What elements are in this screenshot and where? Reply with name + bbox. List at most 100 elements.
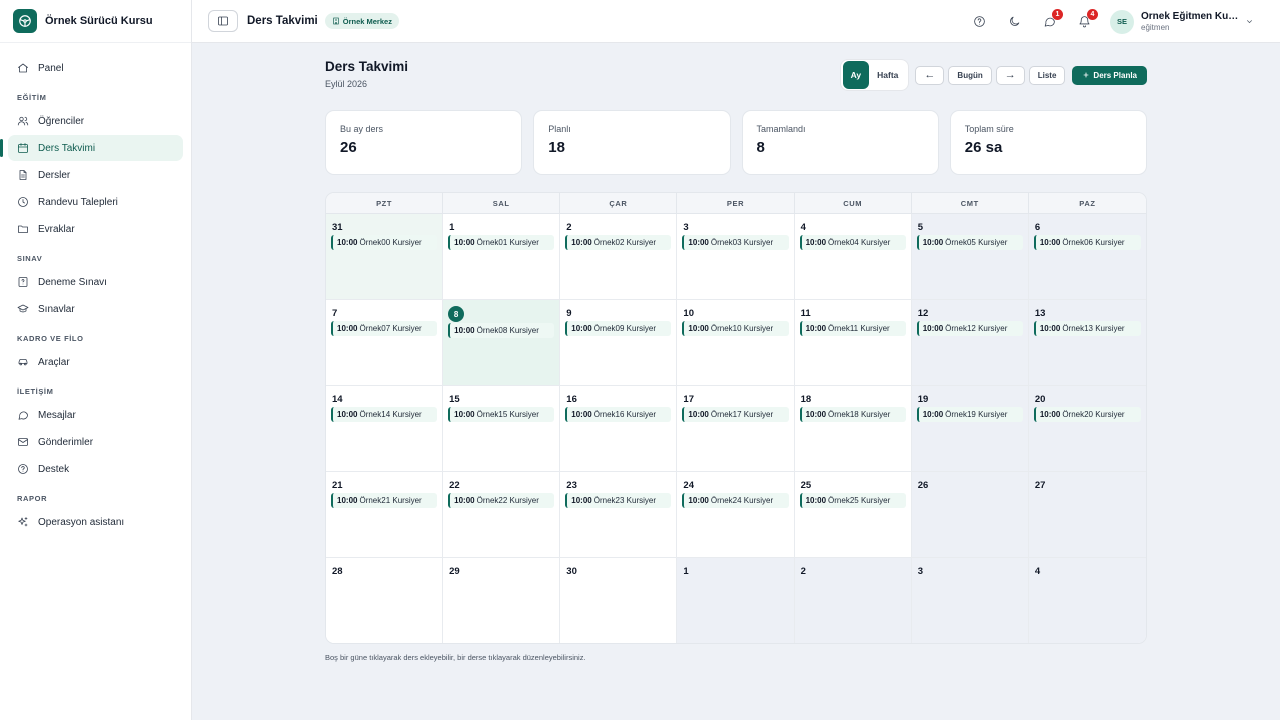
theme-toggle-button[interactable] (1005, 13, 1023, 31)
lesson-event[interactable]: 10:00 Örnek12 Kursiyer (916, 321, 1023, 336)
user-menu[interactable]: SE Örnek Eğitmen Kullanıcı eğitmen (1110, 9, 1254, 34)
lesson-event[interactable]: 10:00 Örnek11 Kursiyer (799, 321, 906, 336)
lesson-event[interactable]: 10:00 Örnek18 Kursiyer (799, 407, 906, 422)
lesson-event[interactable]: 10:00 Örnek14 Kursiyer (331, 407, 438, 422)
messages-button[interactable]: 1 (1040, 8, 1063, 31)
sidebar-item-gonderimler[interactable]: Gönderimler (8, 429, 183, 455)
day-number: 3 (917, 565, 923, 577)
list-view-button[interactable]: Liste (1028, 65, 1066, 85)
sidebar-item-deneme-sinavi[interactable]: Deneme Sınavı (8, 269, 183, 295)
lesson-event[interactable]: 10:00 Örnek00 Kursiyer (331, 235, 438, 250)
day-number: 21 (332, 479, 343, 491)
day-number: 3 (683, 221, 689, 233)
lesson-event[interactable]: 10:00 Örnek06 Kursiyer (1033, 235, 1141, 250)
calendar-day[interactable]: 15 10:00 Örnek15 Kursiyer (443, 386, 561, 472)
lesson-event[interactable]: 10:00 Örnek05 Kursiyer (916, 235, 1023, 250)
calendar-day[interactable]: 31 10:00 Örnek00 Kursiyer (326, 214, 444, 300)
lesson-event[interactable]: 10:00 Örnek20 Kursiyer (1033, 407, 1141, 422)
sidebar-item-ogrenciler[interactable]: Öğrenciler (8, 108, 183, 134)
lesson-event[interactable]: 10:00 Örnek08 Kursiyer (448, 323, 555, 338)
calendar-day[interactable]: 2 10:00 Örnek02 Kursiyer (560, 214, 678, 300)
event-time: 10:00 (688, 238, 709, 247)
calendar-day[interactable]: 2 (794, 558, 912, 643)
lesson-event[interactable]: 10:00 Örnek10 Kursiyer (682, 321, 789, 336)
calendar-day[interactable]: 14 10:00 Örnek14 Kursiyer (326, 386, 444, 472)
help-button[interactable] (970, 13, 988, 31)
sidebar-item-label: Araçlar (38, 356, 70, 368)
calendar-day[interactable]: 17 10:00 Örnek17 Kursiyer (677, 386, 795, 472)
lesson-event[interactable]: 10:00 Örnek17 Kursiyer (682, 407, 789, 422)
sidebar-item-operasyon-asistani[interactable]: Operasyon asistanı (8, 509, 183, 535)
sidebar-item-mesajlar[interactable]: Mesajlar (8, 402, 183, 428)
day-number: 25 (800, 479, 812, 491)
lesson-event[interactable]: 10:00 Örnek13 Kursiyer (1033, 321, 1141, 336)
lesson-event[interactable]: 10:00 Örnek15 Kursiyer (448, 407, 555, 422)
lesson-event[interactable]: 10:00 Örnek25 Kursiyer (799, 493, 906, 508)
add-lesson-button[interactable]: Ders Planla (1072, 65, 1147, 85)
branch-chip[interactable]: Örnek Merkez (324, 13, 399, 29)
sidebar-item-panel[interactable]: Panel (8, 55, 183, 81)
calendar-day[interactable]: 12 10:00 Örnek12 Kursiyer (911, 300, 1029, 386)
calendar-day[interactable]: 6 10:00 Örnek06 Kursiyer (1028, 214, 1146, 300)
calendar-day[interactable]: 5 10:00 Örnek05 Kursiyer (911, 214, 1029, 300)
lesson-event[interactable]: 10:00 Örnek01 Kursiyer (448, 235, 555, 250)
calendar-day[interactable]: 29 (443, 558, 561, 643)
calendar-day[interactable]: 30 (560, 558, 678, 643)
view-month-button[interactable]: Ay (842, 61, 870, 89)
sidebar-item-randevu-talepleri[interactable]: Randevu Talepleri (8, 189, 183, 215)
calendar-day[interactable]: 25 10:00 Örnek25 Kursiyer (794, 472, 912, 558)
sidebar-item-araclar[interactable]: Araçlar (8, 349, 183, 375)
lesson-event[interactable]: 10:00 Örnek07 Kursiyer (331, 321, 438, 336)
calendar-day[interactable]: 1 (677, 558, 795, 643)
calendar-day[interactable]: 10 10:00 Örnek10 Kursiyer (677, 300, 795, 386)
calendar-day[interactable]: 18 10:00 Örnek18 Kursiyer (794, 386, 912, 472)
calendar-day[interactable]: 19 10:00 Örnek19 Kursiyer (911, 386, 1029, 472)
lesson-event[interactable]: 10:00 Örnek24 Kursiyer (682, 493, 789, 508)
calendar-day[interactable]: 26 (911, 472, 1029, 558)
lesson-event[interactable]: 10:00 Örnek19 Kursiyer (916, 407, 1023, 422)
calendar-day[interactable]: 11 10:00 Örnek11 Kursiyer (794, 300, 912, 386)
sidebar-item-destek[interactable]: Destek (8, 456, 183, 482)
sidebar-item-dersler[interactable]: Dersler (8, 162, 183, 188)
stat-card: Planlı 18 (533, 110, 731, 175)
calendar-day[interactable]: 22 10:00 Örnek22 Kursiyer (443, 472, 561, 558)
stat-card: Tamamlandı 8 (741, 110, 939, 175)
brand[interactable]: Örnek Sürücü Kursu (0, 0, 191, 43)
calendar-day[interactable]: 13 10:00 Örnek13 Kursiyer (1028, 300, 1146, 386)
lesson-event[interactable]: 10:00 Örnek09 Kursiyer (565, 321, 672, 336)
calendar-day[interactable]: 8 10:00 Örnek08 Kursiyer (443, 300, 561, 386)
lesson-event[interactable]: 10:00 Örnek23 Kursiyer (565, 493, 672, 508)
today-button[interactable]: Bugün (948, 65, 992, 85)
prev-month-button[interactable]: ← (915, 65, 945, 85)
calendar-day[interactable]: 20 10:00 Örnek20 Kursiyer (1028, 386, 1146, 472)
notifications-button[interactable]: 4 (1075, 8, 1098, 31)
sidebar-item-ders-takvimi[interactable]: Ders Takvimi (0, 135, 183, 161)
view-week-button[interactable]: Hafta (869, 61, 906, 89)
day-number: 9 (566, 307, 572, 319)
lesson-event[interactable]: 10:00 Örnek04 Kursiyer (799, 235, 906, 250)
sidebar-item-evraklar[interactable]: Evraklar (8, 216, 183, 242)
calendar-day[interactable]: 23 10:00 Örnek23 Kursiyer (560, 472, 678, 558)
calendar-day[interactable]: 4 (1028, 558, 1146, 643)
calendar-day[interactable]: 3 (911, 558, 1029, 643)
lesson-event[interactable]: 10:00 Örnek21 Kursiyer (331, 493, 438, 508)
calendar-day[interactable]: 28 (326, 558, 444, 643)
sidebar-item-sinavlar[interactable]: Sınavlar (8, 296, 183, 322)
calendar-day[interactable]: 7 10:00 Örnek07 Kursiyer (326, 300, 444, 386)
calendar-day[interactable]: 1 10:00 Örnek01 Kursiyer (443, 214, 561, 300)
calendar-day[interactable]: 4 10:00 Örnek04 Kursiyer (794, 214, 912, 300)
event-student: Örnek19 Kursiyer (945, 410, 1008, 419)
calendar-day[interactable]: 16 10:00 Örnek16 Kursiyer (560, 386, 678, 472)
calendar-day[interactable]: 9 10:00 Örnek09 Kursiyer (560, 300, 678, 386)
lesson-event[interactable]: 10:00 Örnek22 Kursiyer (448, 493, 555, 508)
calendar-day[interactable]: 27 (1028, 472, 1146, 558)
calendar-day[interactable]: 21 10:00 Örnek21 Kursiyer (326, 472, 444, 558)
next-month-button[interactable]: → (995, 65, 1025, 85)
lesson-event[interactable]: 10:00 Örnek16 Kursiyer (565, 407, 672, 422)
sidebar-toggle-button[interactable] (208, 10, 238, 32)
lesson-event[interactable]: 10:00 Örnek03 Kursiyer (682, 235, 789, 250)
lesson-event[interactable]: 10:00 Örnek02 Kursiyer (565, 235, 672, 250)
calendar-day[interactable]: 3 10:00 Örnek03 Kursiyer (677, 214, 795, 300)
day-number: 11 (800, 307, 811, 319)
calendar-day[interactable]: 24 10:00 Örnek24 Kursiyer (677, 472, 795, 558)
